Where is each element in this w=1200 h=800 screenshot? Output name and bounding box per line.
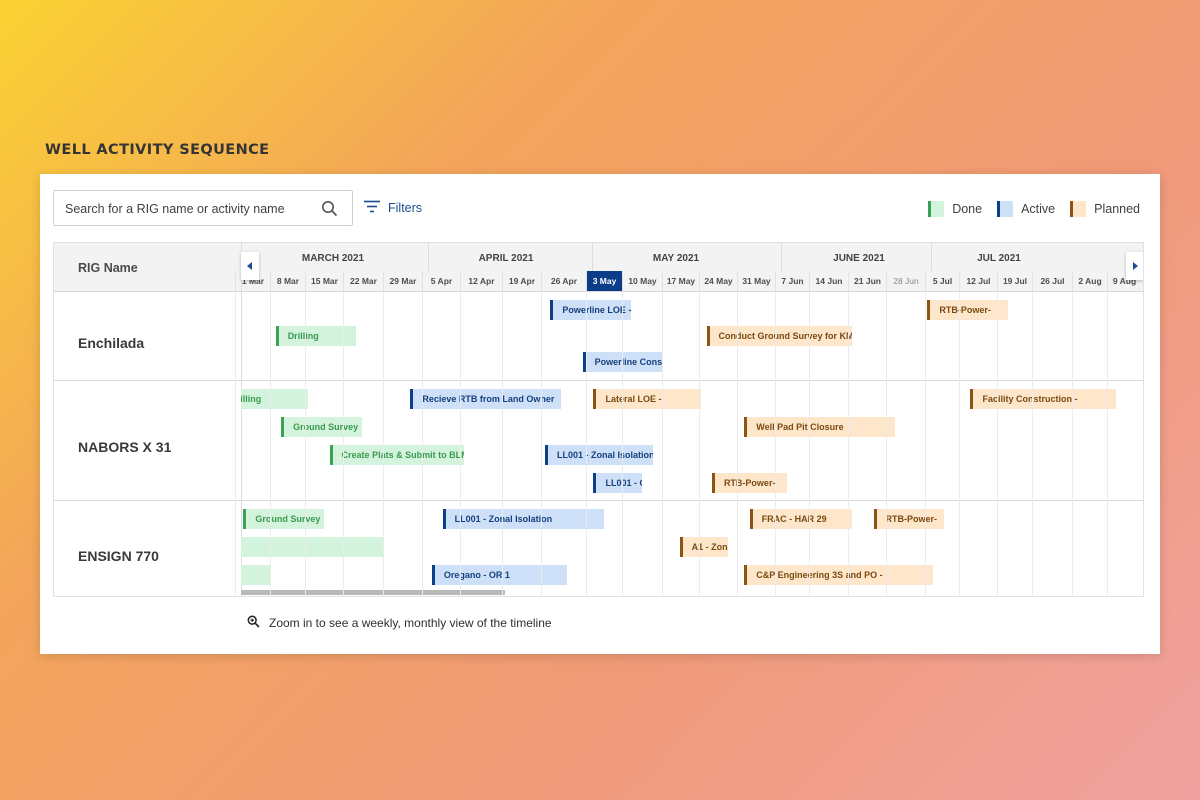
rig-name-ensign-770[interactable]: ENSIGN 770 (78, 548, 159, 564)
week-gridline (460, 292, 461, 596)
week-gridline (541, 292, 542, 596)
activity-bar-planned[interactable]: Conduct Ground Survey for KMZ (706, 326, 852, 346)
activity-bar-planned[interactable]: FRAC - HAR 29 (749, 509, 852, 529)
zoom-in-icon (247, 615, 260, 631)
filters-label: Filters (388, 201, 423, 215)
rig-name-enchilada[interactable]: Enchilada (78, 335, 144, 351)
week-gridline (662, 292, 663, 596)
status-legend: Done Active Planned (928, 201, 1140, 217)
legend-done: Done (928, 201, 982, 217)
activity-bar-active[interactable]: Recieve RTB from Land Owner (410, 389, 562, 409)
activity-bars: Powerline LOE - Drilling RTB-Power- Conduct… (241, 243, 1143, 596)
activity-bar-active[interactable]: LL001 - Zonal Isolation (442, 509, 605, 529)
rig-name-column-header: RIG Name (54, 243, 241, 291)
week-gridline (925, 292, 926, 596)
activity-bar-active[interactable]: Powerline LOE - (550, 300, 632, 320)
week-gridline (1072, 292, 1073, 596)
search-icon[interactable] (321, 200, 338, 222)
filters-button[interactable]: Filters (364, 200, 422, 216)
activity-bar-active[interactable]: Powerline Construction (582, 352, 664, 372)
activity-bar-active[interactable]: LL001 - Zonal Isolation (544, 445, 653, 465)
legend-done-swatch (928, 201, 945, 217)
legend-active-swatch (997, 201, 1014, 217)
activity-bar-planned[interactable]: C&P Engineering 3S and PO - (744, 565, 933, 585)
zoom-hint-label: Zoom in to see a weekly, monthly view of… (269, 616, 552, 630)
chevron-left-icon (247, 262, 252, 270)
chevron-right-icon (1133, 262, 1138, 270)
gantt-timeline: RIG Name MARCH 2021 APRIL 2021 MAY 2021 JUN… (53, 242, 1144, 597)
week-gridline (586, 292, 587, 596)
week-gridline (622, 292, 623, 596)
week-gridline (809, 292, 810, 596)
activity-bar-planned[interactable]: Facility Construction - (970, 389, 1116, 409)
filter-icon (364, 200, 380, 216)
week-gridline (343, 292, 344, 596)
legend-planned-label: Planned (1094, 202, 1140, 216)
activity-bar-planned[interactable]: Lateral LOE - (593, 389, 702, 409)
activity-bar-done[interactable]: Create Plats & Submit to BLM (329, 445, 465, 465)
activity-bar-planned[interactable]: A1 - Zonal Isolation (679, 537, 729, 557)
activity-bar-planned[interactable]: Well Pad Pit Closure (744, 417, 896, 437)
week-gridline (959, 292, 960, 596)
well-activity-card: Search for a RIG name or activity name F… (40, 174, 1160, 654)
activity-bar-active[interactable]: LL001 - Cleanout (593, 473, 642, 493)
scroll-right-button[interactable] (1126, 252, 1143, 280)
legend-planned: Planned (1070, 201, 1140, 217)
week-gridline (886, 292, 887, 596)
search-placeholder: Search for a RIG name or activity name (65, 202, 285, 216)
activity-bar-done[interactable]: Drilling (275, 326, 357, 346)
scroll-left-button[interactable] (241, 252, 259, 280)
week-gridline (1032, 292, 1033, 596)
activity-bar-done[interactable] (241, 537, 384, 557)
legend-done-label: Done (952, 202, 983, 216)
activity-bar-done[interactable] (241, 565, 271, 585)
week-gridline (1107, 292, 1108, 596)
activity-bar-done[interactable]: Ground Survey (243, 509, 325, 529)
week-gridline (997, 292, 998, 596)
activity-bar-done[interactable]: Ground Survey (281, 417, 362, 437)
week-gridline (270, 292, 271, 596)
week-gridline (775, 292, 776, 596)
legend-active: Active (997, 201, 1055, 217)
search-input[interactable]: Search for a RIG name or activity name (53, 190, 353, 226)
legend-active-label: Active (1021, 202, 1056, 216)
week-gridline (502, 292, 503, 596)
week-gridline (737, 292, 738, 596)
activity-bar-planned[interactable]: RTB-Power- (711, 473, 788, 493)
week-gridline (699, 292, 700, 596)
activity-bar-done[interactable]: Drilling (241, 389, 309, 409)
week-gridline (383, 292, 384, 596)
legend-planned-swatch (1070, 201, 1087, 217)
activity-bar-active[interactable]: Oregano - OR 1 (431, 565, 567, 585)
horizontal-scrollbar[interactable] (241, 590, 505, 595)
week-gridline (305, 292, 306, 596)
page-title: WELL ACTIVITY SEQUENCE (45, 142, 270, 158)
zoom-hint: Zoom in to see a weekly, monthly view of… (247, 615, 552, 631)
week-gridline (848, 292, 849, 596)
rig-name-nabors-x-31[interactable]: NABORS X 31 (78, 439, 171, 455)
week-gridline (235, 292, 236, 596)
activity-bar-planned[interactable]: RTB-Power- (873, 509, 944, 529)
week-gridline (422, 292, 423, 596)
